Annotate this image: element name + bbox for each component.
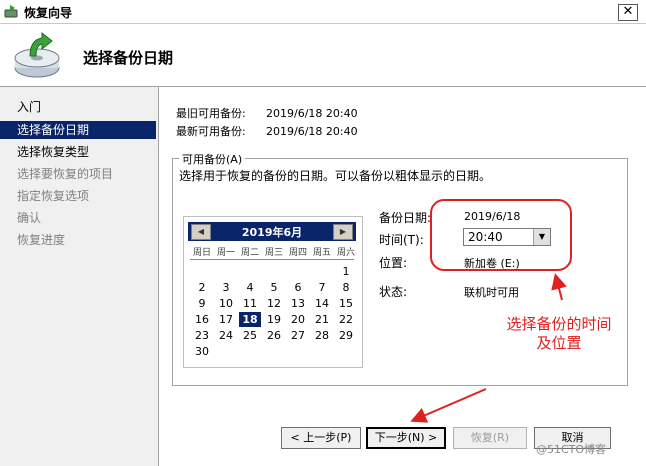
annotation-arrows [410,273,567,423]
watermark-text: @51CTO博客 [536,443,607,456]
recovery-wizard-window: 恢复向导 ✕ 选择备份日期 入门 选择备份日期 选择恢复类型 选择要恢复的项目 … [0,0,646,466]
arrow-to-next-button [410,388,487,423]
arrow-to-highlight [551,273,567,301]
